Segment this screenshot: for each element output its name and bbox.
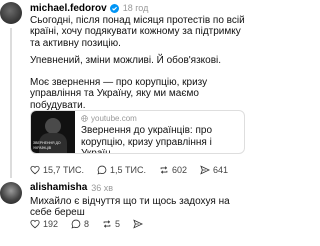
post-actions: 15,7 ТИС. 1,5 ТИС. 602 641 xyxy=(30,165,241,175)
verified-badge-icon xyxy=(109,3,119,13)
reply-repost-button[interactable]: 5 xyxy=(102,219,120,229)
share-count: 641 xyxy=(213,165,229,175)
reply-repost-count: 5 xyxy=(115,219,121,229)
reply-comment-button[interactable]: 8 xyxy=(71,219,89,229)
post-header: michael.fedorov 18 год xyxy=(30,2,148,14)
post-paragraph: Моє звернення — про корупцію, кризу упра… xyxy=(30,77,208,111)
thread-post: michael.fedorov 18 год Сьогодні, після п… xyxy=(0,0,250,196)
reply-comment-count: 8 xyxy=(84,219,90,229)
link-domain-label: youtube.com xyxy=(91,114,137,123)
like-count: 15,7 ТИС. xyxy=(43,165,84,175)
reply-header: alishamisha 36 хв xyxy=(30,182,113,193)
avatar[interactable] xyxy=(0,2,22,24)
link-preview-card[interactable]: ЗВЕРНЕННЯ ДО УКРАЇНЦІВ youtube.com Зверн… xyxy=(30,110,245,154)
heart-icon xyxy=(30,165,40,175)
reply-like-button[interactable]: 192 xyxy=(30,219,58,229)
comment-icon xyxy=(97,165,107,175)
send-icon xyxy=(200,165,210,175)
repost-count: 602 xyxy=(171,165,187,175)
like-button[interactable]: 15,7 ТИС. xyxy=(30,165,84,175)
reply-time: 36 хв xyxy=(91,182,114,193)
reply-avatar[interactable] xyxy=(0,182,22,204)
post-paragraph: Упевнений, зміни можливі. Й обов'язкові. xyxy=(30,55,222,66)
reply-like-count: 192 xyxy=(43,219,59,229)
reply-text: Михайло є відчуття що ти щось задохуя на… xyxy=(30,196,230,219)
reply-actions: 192 8 5 xyxy=(30,219,159,229)
send-icon xyxy=(133,219,144,229)
link-domain: youtube.com xyxy=(81,114,137,123)
comment-count: 1,5 ТИС. xyxy=(109,165,146,175)
globe-icon xyxy=(81,115,88,122)
repost-button[interactable]: 602 xyxy=(159,165,187,175)
post-time: 18 год xyxy=(122,3,149,13)
share-button[interactable]: 641 xyxy=(200,165,228,175)
link-title: Звернення до українців: про корупцію, кр… xyxy=(81,125,213,154)
repost-icon xyxy=(103,220,111,228)
heart-icon xyxy=(30,219,40,229)
thumbnail-caption: ЗВЕРНЕННЯ ДО УКРАЇНЦІВ xyxy=(33,141,61,150)
thread-connector-line xyxy=(10,28,12,178)
repost-icon xyxy=(160,166,168,174)
comment-button[interactable]: 1,5 ТИС. xyxy=(97,165,146,175)
reply-share-button[interactable] xyxy=(133,219,146,229)
reply-username[interactable]: alishamisha xyxy=(30,182,87,193)
post-username[interactable]: michael.fedorov xyxy=(30,3,107,14)
post-paragraph: Сьогодні, після понад місяця протестів п… xyxy=(30,15,245,49)
comment-icon xyxy=(71,219,81,229)
video-thumbnail: ЗВЕРНЕННЯ ДО УКРАЇНЦІВ xyxy=(31,111,75,153)
